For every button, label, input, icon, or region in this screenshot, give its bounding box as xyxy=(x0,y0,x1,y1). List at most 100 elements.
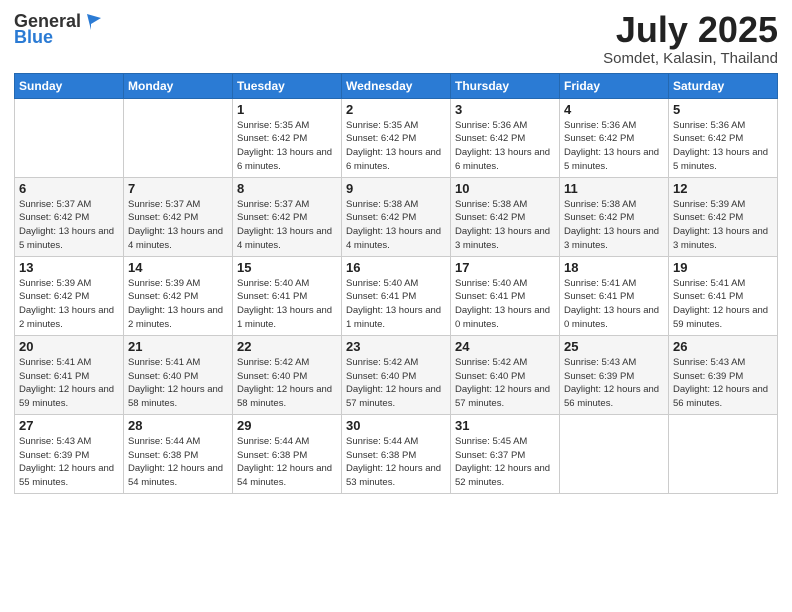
day-info: Sunrise: 5:37 AM Sunset: 6:42 PM Dayligh… xyxy=(128,198,228,253)
day-info: Sunrise: 5:42 AM Sunset: 6:40 PM Dayligh… xyxy=(455,356,555,411)
calendar-cell: 15Sunrise: 5:40 AM Sunset: 6:41 PM Dayli… xyxy=(233,256,342,335)
day-info: Sunrise: 5:36 AM Sunset: 6:42 PM Dayligh… xyxy=(564,119,664,174)
calendar-cell: 14 Sunrise: 5:39 AM Sunset: 6:42 PM Dayli… xyxy=(124,256,233,335)
day-info: Sunrise: 5:41 AM Sunset: 6:41 PM Dayligh… xyxy=(19,356,119,411)
day-info: Sunrise: 5:40 AM Sunset: 6:41 PM Dayligh… xyxy=(237,277,337,332)
calendar-cell: 6Sunrise: 5:37 AM Sunset: 6:42 PM Daylig… xyxy=(15,177,124,256)
calendar-cell: 3 Sunrise: 5:36 AM Sunset: 6:42 PM Daylig… xyxy=(451,98,560,177)
day-info: Sunrise: 5:43 AM Sunset: 6:39 PM Dayligh… xyxy=(564,356,664,411)
calendar-week-5: 27Sunrise: 5:43 AM Sunset: 6:39 PM Dayli… xyxy=(15,414,778,493)
calendar-week-1: 1 Sunrise: 5:35 AM Sunset: 6:42 PM Daylig… xyxy=(15,98,778,177)
calendar-cell: 29 Sunrise: 5:44 AM Sunset: 6:38 PM Dayli… xyxy=(233,414,342,493)
calendar-cell: 16 Sunrise: 5:40 AM Sunset: 6:41 PM Dayli… xyxy=(342,256,451,335)
weekday-header-friday: Friday xyxy=(560,73,669,98)
calendar-cell: 9Sunrise: 5:38 AM Sunset: 6:42 PM Daylig… xyxy=(342,177,451,256)
calendar-cell xyxy=(669,414,778,493)
day-info: Sunrise: 5:44 AM Sunset: 6:38 PM Dayligh… xyxy=(346,435,446,490)
calendar-cell: 7 Sunrise: 5:37 AM Sunset: 6:42 PM Daylig… xyxy=(124,177,233,256)
calendar-cell: 18 Sunrise: 5:41 AM Sunset: 6:41 PM Dayli… xyxy=(560,256,669,335)
calendar-cell: 19 Sunrise: 5:41 AM Sunset: 6:41 PM Dayli… xyxy=(669,256,778,335)
day-info: Sunrise: 5:37 AM Sunset: 6:42 PM Dayligh… xyxy=(237,198,337,253)
day-info: Sunrise: 5:42 AM Sunset: 6:40 PM Dayligh… xyxy=(237,356,337,411)
day-info: Sunrise: 5:38 AM Sunset: 6:42 PM Dayligh… xyxy=(564,198,664,253)
calendar-cell: 2 Sunrise: 5:35 AM Sunset: 6:42 PM Daylig… xyxy=(342,98,451,177)
day-info: Sunrise: 5:41 AM Sunset: 6:40 PM Dayligh… xyxy=(128,356,228,411)
calendar-table: SundayMondayTuesdayWednesdayThursdayFrid… xyxy=(14,73,778,494)
day-number: 29 xyxy=(237,418,337,433)
day-info: Sunrise: 5:44 AM Sunset: 6:38 PM Dayligh… xyxy=(237,435,337,490)
day-number: 17 xyxy=(455,260,555,275)
day-info: Sunrise: 5:38 AM Sunset: 6:42 PM Dayligh… xyxy=(455,198,555,253)
calendar-cell xyxy=(124,98,233,177)
calendar-cell: 8 Sunrise: 5:37 AM Sunset: 6:42 PM Daylig… xyxy=(233,177,342,256)
day-number: 24 xyxy=(455,339,555,354)
day-info: Sunrise: 5:41 AM Sunset: 6:41 PM Dayligh… xyxy=(564,277,664,332)
calendar-cell: 26 Sunrise: 5:43 AM Sunset: 6:39 PM Dayli… xyxy=(669,335,778,414)
day-number: 16 xyxy=(346,260,446,275)
day-number: 27 xyxy=(19,418,119,433)
calendar-week-3: 13 Sunrise: 5:39 AM Sunset: 6:42 PM Dayli… xyxy=(15,256,778,335)
calendar-cell: 13Sunrise: 5:39 AM Sunset: 6:42 PM Dayli… xyxy=(15,256,124,335)
calendar-cell: 31 Sunrise: 5:45 AM Sunset: 6:37 PM Dayli… xyxy=(451,414,560,493)
calendar-cell xyxy=(560,414,669,493)
day-number: 23 xyxy=(346,339,446,354)
day-number: 21 xyxy=(128,339,228,354)
day-info: Sunrise: 5:40 AM Sunset: 6:41 PM Dayligh… xyxy=(455,277,555,332)
calendar-cell: 4 Sunrise: 5:36 AM Sunset: 6:42 PM Daylig… xyxy=(560,98,669,177)
weekday-header-sunday: Sunday xyxy=(15,73,124,98)
calendar-cell: 5 Sunrise: 5:36 AM Sunset: 6:42 PM Daylig… xyxy=(669,98,778,177)
calendar-cell: 1 Sunrise: 5:35 AM Sunset: 6:42 PM Daylig… xyxy=(233,98,342,177)
day-info: Sunrise: 5:40 AM Sunset: 6:41 PM Dayligh… xyxy=(346,277,446,332)
logo-blue: Blue xyxy=(14,28,53,46)
calendar-cell xyxy=(15,98,124,177)
day-number: 20 xyxy=(19,339,119,354)
day-number: 9 xyxy=(346,181,446,196)
location-title: Somdet, Kalasin, Thailand xyxy=(603,50,778,67)
day-number: 22 xyxy=(237,339,337,354)
day-info: Sunrise: 5:36 AM Sunset: 6:42 PM Dayligh… xyxy=(673,119,773,174)
day-number: 5 xyxy=(673,102,773,117)
day-number: 8 xyxy=(237,181,337,196)
month-title: July 2025 xyxy=(603,10,778,50)
day-info: Sunrise: 5:41 AM Sunset: 6:41 PM Dayligh… xyxy=(673,277,773,332)
day-number: 19 xyxy=(673,260,773,275)
calendar-cell: 28 Sunrise: 5:44 AM Sunset: 6:38 PM Dayli… xyxy=(124,414,233,493)
day-number: 31 xyxy=(455,418,555,433)
calendar-cell: 21 Sunrise: 5:41 AM Sunset: 6:40 PM Dayli… xyxy=(124,335,233,414)
weekday-header-saturday: Saturday xyxy=(669,73,778,98)
day-number: 28 xyxy=(128,418,228,433)
day-number: 14 xyxy=(128,260,228,275)
calendar-cell: 17 Sunrise: 5:40 AM Sunset: 6:41 PM Dayli… xyxy=(451,256,560,335)
day-number: 13 xyxy=(19,260,119,275)
day-number: 4 xyxy=(564,102,664,117)
day-info: Sunrise: 5:36 AM Sunset: 6:42 PM Dayligh… xyxy=(455,119,555,174)
day-info: Sunrise: 5:35 AM Sunset: 6:42 PM Dayligh… xyxy=(346,119,446,174)
day-number: 2 xyxy=(346,102,446,117)
day-info: Sunrise: 5:39 AM Sunset: 6:42 PM Dayligh… xyxy=(128,277,228,332)
day-info: Sunrise: 5:45 AM Sunset: 6:37 PM Dayligh… xyxy=(455,435,555,490)
title-section: July 2025 Somdet, Kalasin, Thailand xyxy=(603,10,778,67)
day-number: 3 xyxy=(455,102,555,117)
calendar-cell: 24 Sunrise: 5:42 AM Sunset: 6:40 PM Dayli… xyxy=(451,335,560,414)
day-info: Sunrise: 5:43 AM Sunset: 6:39 PM Dayligh… xyxy=(673,356,773,411)
day-info: Sunrise: 5:44 AM Sunset: 6:38 PM Dayligh… xyxy=(128,435,228,490)
day-info: Sunrise: 5:39 AM Sunset: 6:42 PM Dayligh… xyxy=(673,198,773,253)
calendar-week-2: 6 Sunrise: 5:37 AM Sunset: 6:42 PM Daylig… xyxy=(15,177,778,256)
day-number: 11 xyxy=(564,181,664,196)
day-number: 6 xyxy=(19,181,119,196)
calendar-cell: 20 Sunrise: 5:41 AM Sunset: 6:41 PM Dayli… xyxy=(15,335,124,414)
day-number: 1 xyxy=(237,102,337,117)
day-number: 18 xyxy=(564,260,664,275)
weekday-header-tuesday: Tuesday xyxy=(233,73,342,98)
day-number: 30 xyxy=(346,418,446,433)
calendar-cell: 23 Sunrise: 5:42 AM Sunset: 6:40 PM Dayli… xyxy=(342,335,451,414)
day-info: Sunrise: 5:42 AM Sunset: 6:40 PM Dayligh… xyxy=(346,356,446,411)
weekday-header-monday: Monday xyxy=(124,73,233,98)
calendar-cell: 12Sunrise: 5:39 AM Sunset: 6:42 PM Dayli… xyxy=(669,177,778,256)
day-number: 7 xyxy=(128,181,228,196)
day-info: Sunrise: 5:35 AM Sunset: 6:42 PM Dayligh… xyxy=(237,119,337,174)
day-number: 26 xyxy=(673,339,773,354)
day-number: 25 xyxy=(564,339,664,354)
page-header: General Blue July 2025 Somdet, Kalasin, … xyxy=(14,10,778,67)
calendar-week-4: 20 Sunrise: 5:41 AM Sunset: 6:41 PM Dayli… xyxy=(15,335,778,414)
